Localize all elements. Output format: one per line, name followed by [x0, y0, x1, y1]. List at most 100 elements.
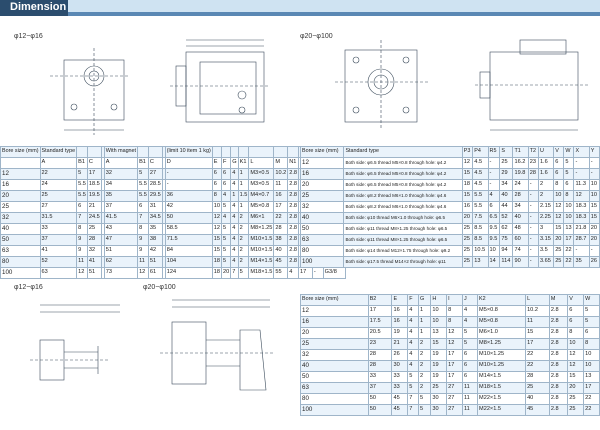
table-cell: 4.5: [472, 168, 489, 180]
table-cell: 28: [527, 168, 539, 180]
table-cell: 6: [461, 349, 479, 361]
table-cell: 28: [273, 223, 289, 235]
table-cell: 28: [525, 371, 550, 383]
table-cell: 10: [563, 201, 575, 213]
header-cell: W: [583, 294, 600, 306]
table-cell: 29.5: [147, 190, 163, 202]
table-cell: 33: [367, 371, 393, 383]
table-cell: 2: [237, 223, 250, 235]
table-cell: 8: [553, 179, 565, 191]
table-cell: 2.8: [287, 179, 299, 191]
table-cell: 52: [39, 256, 78, 268]
header-cell: A: [39, 157, 78, 169]
table-cell: 25: [299, 190, 345, 202]
table-cell: 50: [299, 223, 345, 235]
table-cell: -: [527, 234, 539, 246]
table-cell: -: [164, 179, 213, 191]
table-cell: 80: [0, 256, 41, 268]
table-cell: 6: [211, 168, 223, 180]
table-cell: 40: [512, 212, 529, 224]
table-cell: 12: [211, 223, 223, 235]
table-cell: 18: [461, 179, 474, 191]
header-cell: N1: [287, 157, 299, 169]
table-cell: 12: [553, 212, 565, 224]
table-cell: 51: [103, 245, 139, 257]
table-cell: 27: [39, 201, 78, 213]
table-cell: 40: [525, 393, 550, 405]
table-cell: 25: [553, 245, 565, 257]
table-cell: 11: [461, 404, 479, 416]
table-cell: 35: [147, 223, 163, 235]
table-cell: 2: [237, 212, 250, 224]
table-cell: Both side: φ11 thread M8×1.25 through ho…: [343, 223, 463, 235]
table-cell: 32: [0, 212, 41, 224]
table-cell: 18: [211, 267, 223, 279]
table-cell: 2.8: [548, 349, 569, 361]
table-cell: 21.8: [573, 223, 590, 235]
table-cell: 62: [499, 223, 514, 235]
table-cell: -: [164, 168, 213, 180]
table-cell: 12: [573, 190, 590, 202]
table-row: 40338254383558.512542M8×1.25282.810-G1/8: [0, 223, 346, 235]
table-cell: 30: [430, 393, 448, 405]
table-cell: M5×0.8: [248, 201, 275, 213]
table-cell: 10: [430, 305, 448, 317]
table-cell: 50: [367, 404, 393, 416]
table-cell: 58.5: [164, 223, 213, 235]
table-cell: 1.6: [537, 168, 555, 180]
table-cell: 11: [137, 256, 149, 268]
table-cell: 38: [273, 234, 289, 246]
table-cell: 6: [221, 168, 232, 180]
table-cell: 21: [86, 201, 102, 213]
table-cell: 15: [567, 371, 585, 383]
header-cell: P4: [472, 146, 489, 158]
table-cell: 20.5: [367, 327, 393, 339]
table-cell: 4: [230, 179, 239, 191]
table-cell: 75: [499, 234, 514, 246]
table-cell: -: [573, 245, 590, 257]
table-cell: 1: [418, 327, 432, 339]
table-cell: 10: [553, 190, 565, 202]
table-cell: 4: [407, 349, 420, 361]
table-cell: 18.3: [573, 212, 590, 224]
table-cell: -: [527, 212, 539, 224]
table-cell: 5.5: [76, 190, 88, 202]
table-cell: 4: [230, 212, 239, 224]
header-cell: H: [430, 294, 448, 306]
table-cell: 17: [367, 305, 393, 317]
table-cell: 22: [563, 245, 575, 257]
table-cell: 2.8: [287, 234, 299, 246]
table-cell: 3: [537, 223, 555, 235]
table-cell: 15: [461, 168, 474, 180]
table-row: 122251732527-6641M3×0.510.22.86.36M5×0.8: [0, 168, 346, 180]
table-cell: 8: [567, 327, 585, 339]
header-cell: [221, 146, 232, 158]
table-cell: 15: [211, 234, 223, 246]
table-cell: M14×1.5: [477, 371, 527, 383]
table-cell: 50: [164, 212, 213, 224]
table-cell: Both side: φ6.5 thread M5×0.8 through ho…: [343, 157, 463, 169]
table-cell: 25: [553, 256, 565, 268]
table-cell: 4: [407, 316, 420, 328]
table-cell: 25: [525, 382, 550, 394]
table-cell: 42: [147, 245, 163, 257]
table-cell: 11: [525, 316, 550, 328]
header-cell: R5: [487, 146, 501, 158]
table-cell: 74: [512, 245, 529, 257]
table-cell: 4: [407, 327, 420, 339]
header-cell: C: [147, 157, 163, 169]
table-cell: 51: [86, 267, 102, 279]
table-cell: Both side: φ6.5 thread M5×0.8 through ho…: [343, 168, 463, 180]
table-cell: M3×0.5: [248, 168, 275, 180]
table-cell: 25: [39, 190, 78, 202]
table-cell: M10×1.5: [248, 245, 275, 257]
table-row: 80 50 45 7 5 30 27 11 M22×1.5 40 2.8 25 22: [300, 393, 600, 405]
table-cell: 7: [230, 267, 239, 279]
table-cell: 25: [461, 256, 474, 268]
table-cell: 27: [446, 393, 463, 405]
table-cell: 17: [446, 349, 463, 361]
header-cell: L: [525, 294, 550, 306]
table-cell: 38: [147, 234, 163, 246]
table-row: 40 Both side: φ10 thread M6×1.0 through h…: [299, 212, 600, 224]
table-cell: -: [588, 168, 600, 180]
